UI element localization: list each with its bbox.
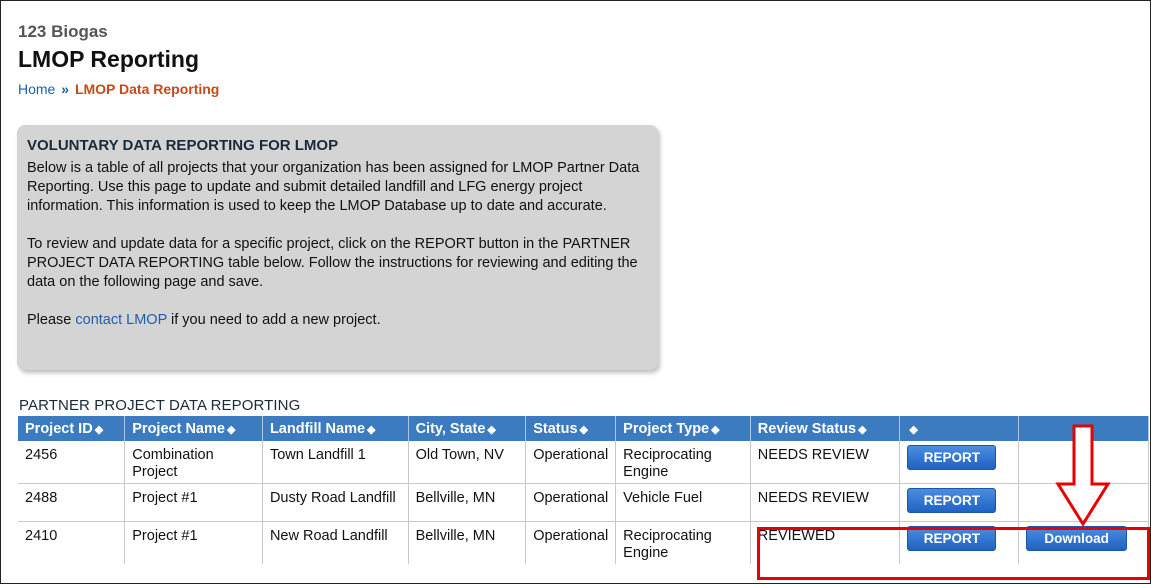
sort-icon: ◆ xyxy=(94,423,104,436)
cell-city-state: Bellville, MN xyxy=(408,521,527,564)
cell-review-status: NEEDS REVIEW xyxy=(750,483,901,522)
cell-status: Operational xyxy=(525,483,617,522)
sort-icon: ◆ xyxy=(711,423,720,436)
cell-review-status: NEEDS REVIEW xyxy=(750,441,901,484)
col-header-city-state[interactable]: City, State ◆ xyxy=(408,416,527,441)
info-paragraph-instructions: To review and update data for a specific… xyxy=(27,236,638,290)
cell-project-type: Reciprocating Engine xyxy=(615,441,751,484)
breadcrumb: Home » LMOP Data Reporting xyxy=(18,81,219,97)
cell-status: Operational xyxy=(525,521,617,564)
cell-project-name: Combination Project xyxy=(124,441,263,484)
col-header-project-id[interactable]: Project ID ◆ xyxy=(18,416,126,441)
report-button[interactable]: REPORT xyxy=(907,445,997,470)
table-row: 2456 Combination Project Town Landfill 1… xyxy=(18,441,1149,484)
info-paragraph-contact: Please contact LMOP if you need to add a… xyxy=(27,311,646,330)
col-header-review-status[interactable]: Review Status ◆ xyxy=(750,416,901,441)
cell-project-id: 2488 xyxy=(18,483,126,522)
download-button[interactable]: Download xyxy=(1026,526,1128,551)
cell-city-state: Bellville, MN xyxy=(408,483,527,522)
project-table: Project ID ◆ Project Name ◆ Landfill Name ◆… xyxy=(18,416,1149,564)
page-title: LMOP Reporting xyxy=(18,46,200,72)
cell-status: Operational xyxy=(525,441,617,484)
sort-icon: ◆ xyxy=(579,423,588,436)
col-header-landfill-name[interactable]: Landfill Name ◆ xyxy=(262,416,409,441)
breadcrumb-separator: » xyxy=(61,81,70,97)
breadcrumb-current: LMOP Data Reporting xyxy=(74,81,220,97)
col-header-report[interactable]: ◆ xyxy=(899,416,1020,441)
cell-project-name: Project #1 xyxy=(124,483,263,522)
contact-text-pre: Please xyxy=(27,312,76,328)
sort-icon: ◆ xyxy=(367,423,376,436)
report-button[interactable]: REPORT xyxy=(907,488,997,513)
info-panel: VOLUNTARY DATA REPORTING FOR LMOP Below … xyxy=(17,125,658,370)
cell-project-id: 2410 xyxy=(18,521,126,564)
table-title: PARTNER PROJECT DATA REPORTING xyxy=(19,397,301,414)
col-header-status[interactable]: Status ◆ xyxy=(525,416,617,441)
cell-report: REPORT xyxy=(899,521,1020,564)
cell-report: REPORT xyxy=(899,441,1020,484)
contact-text-post: if you need to add a new project. xyxy=(166,312,381,328)
sort-icon: ◆ xyxy=(226,423,236,436)
table-row: 2410 Project #1 New Road Landfill Bellvi… xyxy=(18,521,1149,564)
cell-landfill-name: New Road Landfill xyxy=(262,521,409,564)
contact-lmop-link[interactable]: contact LMOP xyxy=(75,312,167,328)
cell-download xyxy=(1018,483,1149,522)
cell-review-status: REVIEWED xyxy=(750,521,901,564)
col-header-download xyxy=(1018,416,1149,441)
col-header-project-name[interactable]: Project Name ◆ xyxy=(124,416,263,441)
info-panel-heading: VOLUNTARY DATA REPORTING FOR LMOP xyxy=(27,137,339,154)
cell-project-name: Project #1 xyxy=(124,521,263,564)
sort-icon: ◆ xyxy=(909,423,918,436)
table-header-row: Project ID ◆ Project Name ◆ Landfill Name ◆… xyxy=(18,416,1149,441)
cell-download: Download xyxy=(1018,521,1149,564)
cell-report: REPORT xyxy=(899,483,1020,522)
breadcrumb-home-link[interactable]: Home xyxy=(18,81,55,97)
report-button[interactable]: REPORT xyxy=(907,526,997,551)
sort-icon: ◆ xyxy=(487,423,496,436)
cell-landfill-name: Dusty Road Landfill xyxy=(262,483,409,522)
table-row: 2488 Project #1 Dusty Road Landfill Bell… xyxy=(18,483,1149,522)
org-name: 123 Biogas xyxy=(18,22,108,41)
cell-project-type: Reciprocating Engine xyxy=(615,521,751,564)
cell-landfill-name: Town Landfill 1 xyxy=(262,441,409,484)
info-paragraph-intro: Below is a table of all projects that yo… xyxy=(27,160,640,214)
cell-city-state: Old Town, NV xyxy=(408,441,527,484)
col-header-project-type[interactable]: Project Type ◆ xyxy=(615,416,751,441)
cell-download xyxy=(1018,441,1149,484)
cell-project-id: 2456 xyxy=(18,441,126,484)
sort-icon: ◆ xyxy=(858,423,867,436)
cell-project-type: Vehicle Fuel xyxy=(615,483,751,522)
